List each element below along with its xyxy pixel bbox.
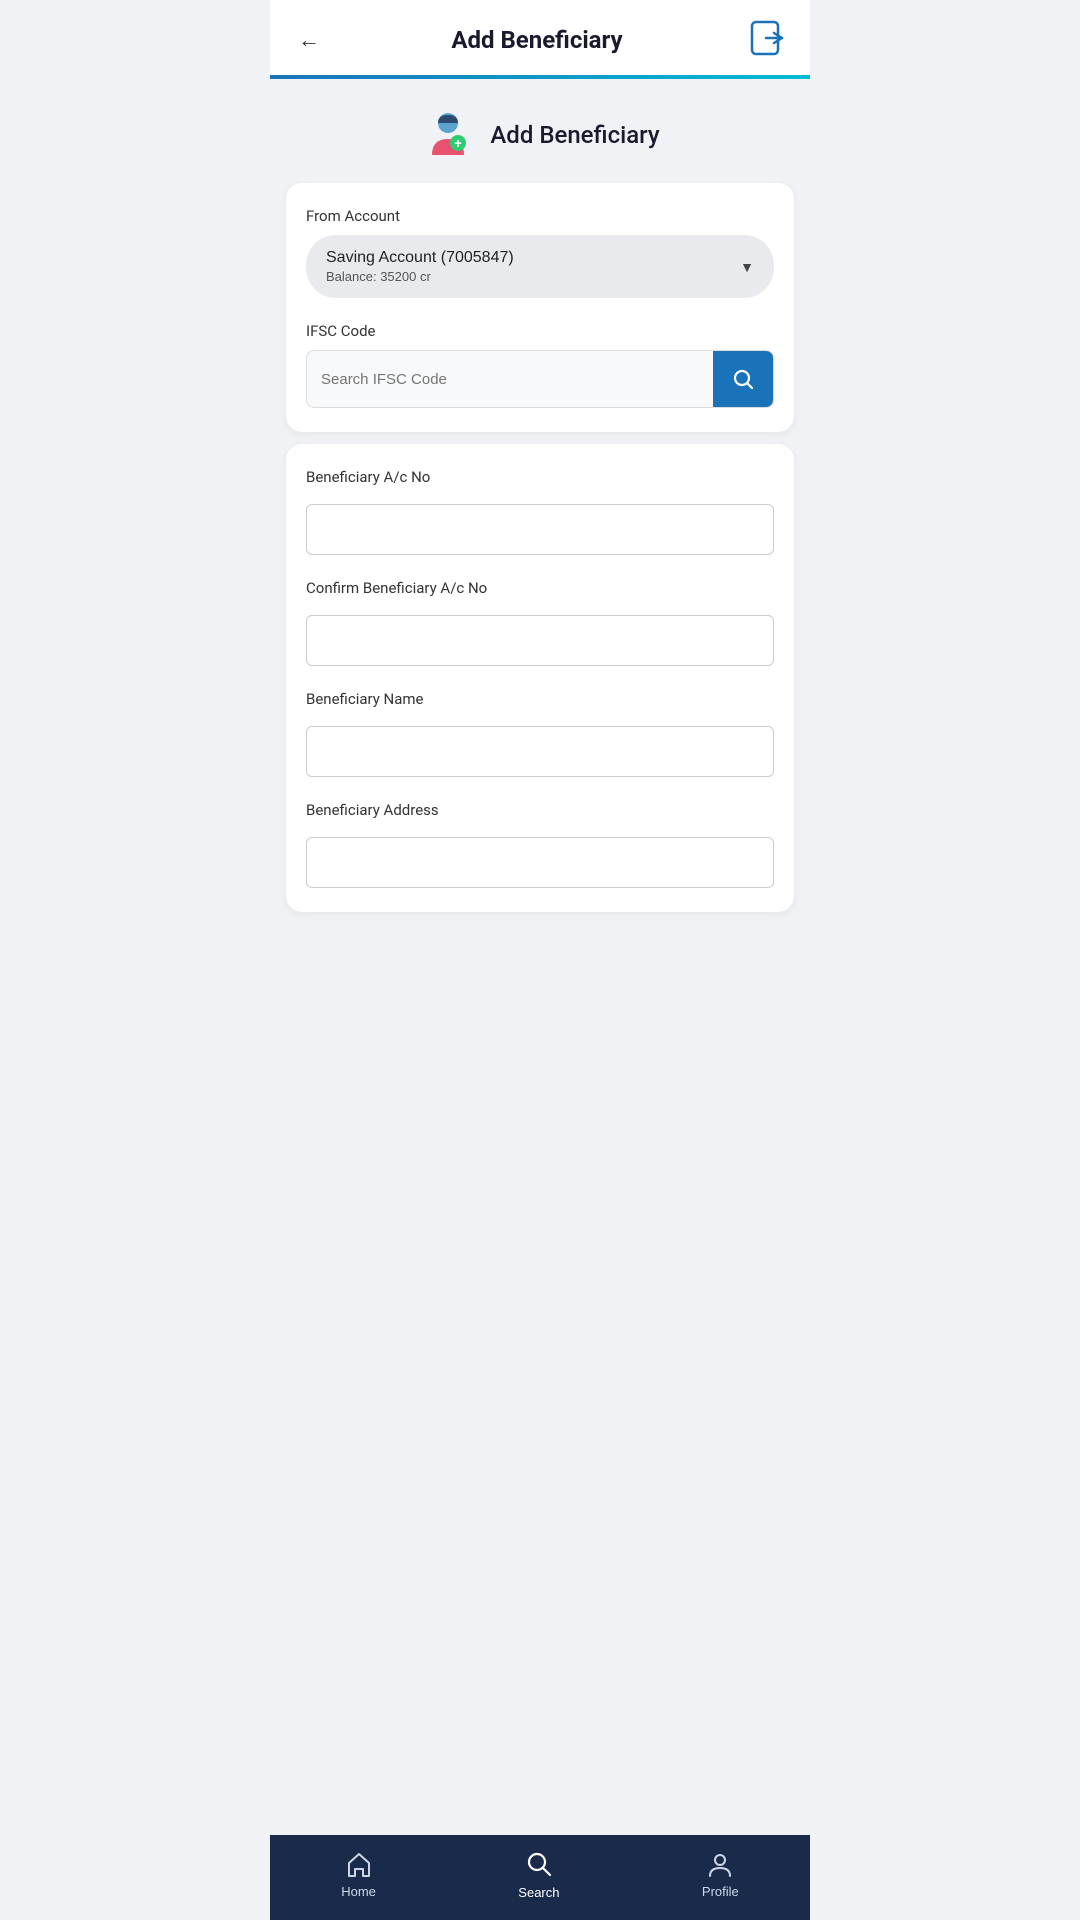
ifsc-input-row [306,350,774,408]
beneficiary-address-input[interactable] [306,837,774,888]
svg-text:+: + [455,137,462,152]
bottom-spacer [270,924,810,1014]
beneficiary-address-label: Beneficiary Address [306,801,774,819]
nav-search-label: Search [518,1885,559,1900]
ifsc-search-button[interactable] [713,351,773,407]
confirm-beneficiary-ac-no-field: Confirm Beneficiary A/c No [306,579,774,666]
beneficiary-name-label: Beneficiary Name [306,690,774,708]
beneficiary-form-card: Beneficiary A/c No Confirm Beneficiary A… [286,444,794,912]
header: ← Add Beneficiary [270,0,810,75]
nav-profile[interactable]: Profile [702,1850,739,1899]
back-button[interactable]: ← [294,23,324,57]
beneficiary-ac-no-label: Beneficiary A/c No [306,468,774,486]
logout-button[interactable] [750,20,786,59]
nav-search[interactable]: Search [518,1849,559,1900]
confirm-beneficiary-ac-no-label: Confirm Beneficiary A/c No [306,579,774,597]
ifsc-label: IFSC Code [306,322,774,340]
home-icon [345,1850,373,1878]
page-title: Add Beneficiary [451,26,622,54]
from-account-field: From Account Saving Account (7005847) Ba… [306,207,774,298]
nav-home-label: Home [341,1884,376,1899]
beneficiary-ac-no-field: Beneficiary A/c No [306,468,774,555]
bottom-nav: Home Search Profile [270,1835,810,1920]
from-account-card: From Account Saving Account (7005847) Ba… [286,183,794,432]
chevron-down-icon: ▼ [740,259,754,275]
ifsc-section: IFSC Code [306,322,774,408]
account-name: Saving Account (7005847) [326,249,514,267]
from-account-label: From Account [306,207,774,225]
beneficiary-address-field: Beneficiary Address [306,801,774,888]
page-subtitle-area: + Add Beneficiary [270,79,810,183]
beneficiary-name-input[interactable] [306,726,774,777]
search-icon [731,367,755,391]
avatar: + [420,107,476,163]
ifsc-input[interactable] [307,355,703,404]
beneficiary-name-field: Beneficiary Name [306,690,774,777]
nav-profile-label: Profile [702,1884,739,1899]
account-balance: Balance: 35200 cr [326,269,431,284]
search-nav-icon [524,1849,554,1879]
nav-home[interactable]: Home [341,1850,376,1899]
profile-icon [706,1850,734,1878]
account-dropdown[interactable]: Saving Account (7005847) Balance: 35200 … [306,235,774,298]
add-beneficiary-icon: + [420,107,476,163]
page-subtitle-text: Add Beneficiary [490,121,659,149]
account-info: Saving Account (7005847) Balance: 35200 … [326,249,514,284]
confirm-beneficiary-ac-no-input[interactable] [306,615,774,666]
beneficiary-ac-no-input[interactable] [306,504,774,555]
logout-icon [750,20,786,56]
